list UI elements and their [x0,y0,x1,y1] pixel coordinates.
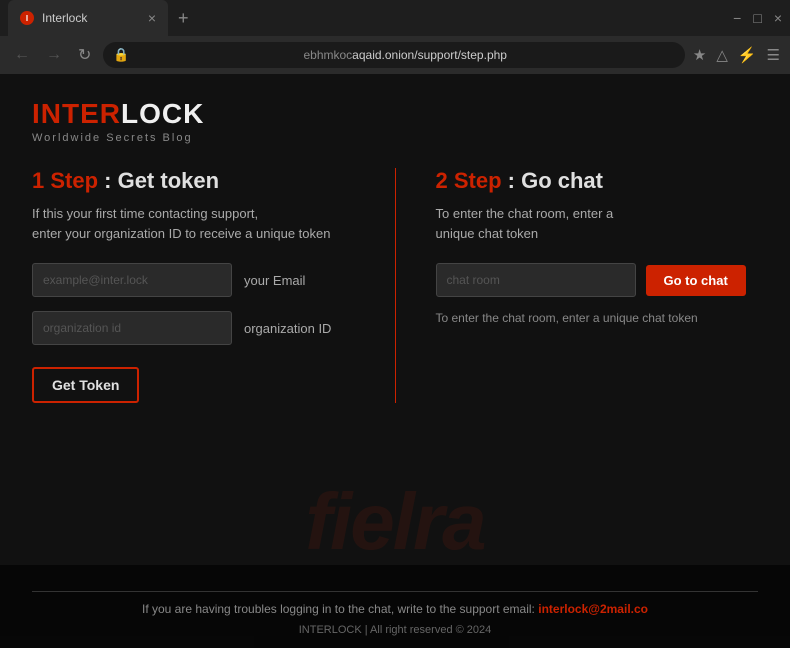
step1-description: If this your first time contacting suppo… [32,204,355,243]
refresh-button[interactable]: ↻ [74,43,95,67]
address-bar[interactable]: 🔒 ebhmkoc ​aqaid.onion/support/step.php [103,42,684,68]
tab-close-button[interactable]: × [148,10,156,26]
org-label: organization ID [244,321,331,336]
browser-chrome: I Interlock × + − □ × ← → ↻ 🔒 ebhmkoc ​a… [0,0,790,74]
forward-button[interactable]: → [42,44,66,66]
email-form-row: your Email [32,263,355,297]
maximize-button[interactable]: □ [753,10,761,26]
chat-form-row: Go to chat [436,263,759,297]
step2-number: 2 Step [436,168,502,193]
logo-tagline: Worldwide Secrets Blog [32,132,758,144]
footer-trouble-text: If you are having troubles logging in to… [32,602,758,616]
go-to-chat-button[interactable]: Go to chat [646,265,746,296]
logo-lock: LOCK [121,98,204,129]
new-tab-button[interactable]: + [172,8,195,29]
tab-bar: I Interlock × + − □ × [0,0,790,36]
steps-container: 1 Step : Get token If this your first ti… [32,168,758,403]
nav-bar: ← → ↻ 🔒 ebhmkoc ​aqaid.onion/support/ste… [0,36,790,74]
step1-number: 1 Step [32,168,98,193]
page-inner: INTERLOCK Worldwide Secrets Blog 1 Step … [0,74,790,427]
tab-title: Interlock [42,11,140,25]
menu-icon[interactable]: ☰ [767,46,780,64]
page-content: fielra INTERLOCK Worldwide Secrets Blog … [0,74,790,648]
footer: If you are having troubles logging in to… [0,565,790,648]
step1-heading-rest: : Get token [98,168,219,193]
logo: INTERLOCK [32,98,758,130]
nav-icons: ★ △ ⚡ ☰ [693,46,780,64]
minimize-button[interactable]: − [733,10,741,26]
step1-column: 1 Step : Get token If this your first ti… [32,168,396,403]
lock-icon: 🔒 [113,47,129,63]
close-window-button[interactable]: × [774,10,782,26]
email-input[interactable] [32,263,232,297]
footer-separator [32,591,758,592]
footer-copyright: INTERLOCK | All right reserved © 2024 [32,624,758,636]
chat-room-input[interactable] [436,263,636,297]
extensions-icon[interactable]: ⚡ [738,46,757,64]
chat-note: To enter the chat room, enter a unique c… [436,309,759,327]
address-path: ​aqaid.onion/support/step.php [352,48,507,62]
support-email: interlock@2mail.co [538,602,648,616]
logo-inter: INTER [32,98,121,129]
address-text: ebhmkoc ​aqaid.onion/support/step.php [136,48,675,62]
get-token-button[interactable]: Get Token [32,367,139,403]
email-label: your Email [244,273,305,288]
active-tab[interactable]: I Interlock × [8,0,168,36]
org-form-row: organization ID [32,311,355,345]
step2-heading: 2 Step : Go chat [436,168,759,194]
org-input[interactable] [32,311,232,345]
logo-area: INTERLOCK Worldwide Secrets Blog [32,98,758,144]
watermark: fielra [0,476,790,568]
step1-heading: 1 Step : Get token [32,168,355,194]
step2-heading-rest: : Go chat [502,168,603,193]
step2-description: To enter the chat room, enter a unique c… [436,204,759,243]
window-controls: − □ × [733,10,782,26]
bookmark-icon[interactable]: ★ [693,46,706,64]
address-domain: ebhmkoc [303,48,352,62]
shield-icon[interactable]: △ [716,46,728,64]
tab-favicon: I [20,11,34,25]
back-button[interactable]: ← [10,44,34,66]
step2-column: 2 Step : Go chat To enter the chat room,… [396,168,759,403]
